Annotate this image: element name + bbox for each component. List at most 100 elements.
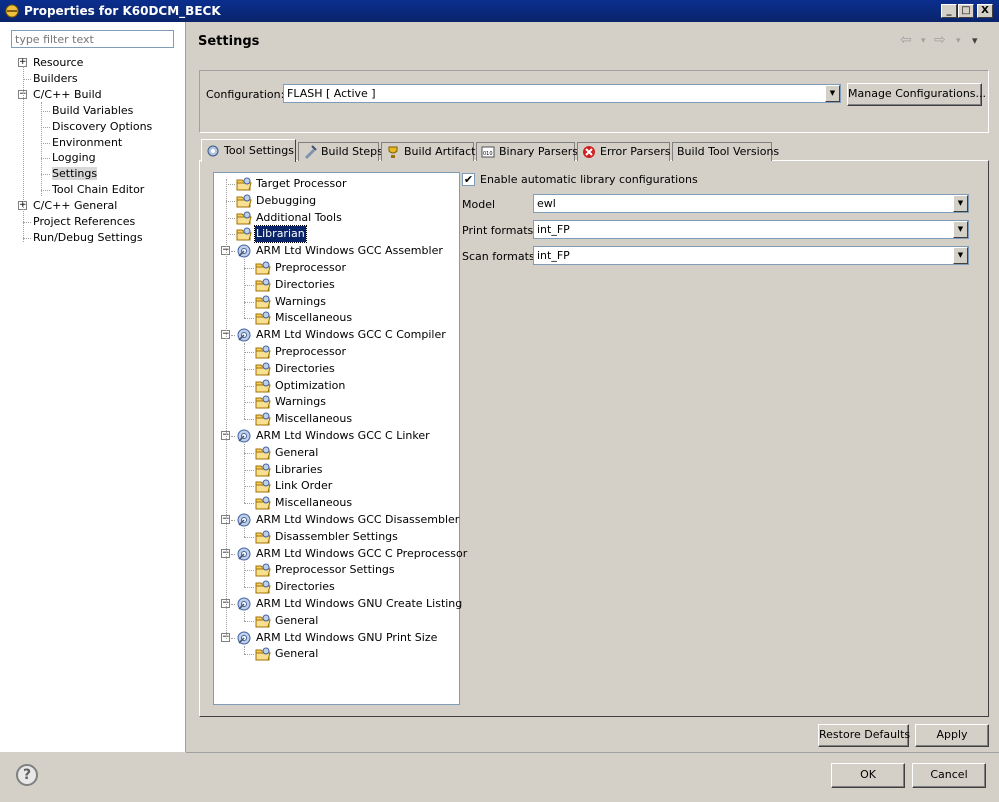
enable-auto-lib-checkbox[interactable]: ✔: [462, 173, 475, 186]
tool-tree[interactable]: Target Processor Debugging Additional Tool…: [213, 172, 467, 705]
tree-connector: [41, 158, 50, 160]
folder-tool-icon: [255, 614, 271, 628]
tree-item-label: Librarian: [254, 225, 307, 244]
folder-tool-icon: [255, 496, 271, 510]
sidebar-item[interactable]: Resource: [33, 55, 83, 70]
folder-tool-icon: [236, 211, 252, 225]
sidebar-item[interactable]: Discovery Options: [52, 119, 152, 134]
scan-formats-combo[interactable]: int_FP ▼: [533, 246, 969, 265]
sidebar-item[interactable]: Settings: [52, 166, 98, 181]
tab-label: Binary Parsers: [499, 145, 578, 158]
maximize-button[interactable]: □: [958, 4, 974, 18]
sidebar-item[interactable]: Builders: [33, 71, 78, 86]
tree-connector: [231, 520, 235, 521]
sidebar-item-label: Resource: [33, 56, 84, 69]
forward-arrow-icon[interactable]: ⇨: [934, 32, 946, 48]
folder-tool-icon: [255, 647, 271, 661]
tab-build-steps[interactable]: Build Steps: [298, 142, 383, 161]
tree-item-label: Disassembler Settings: [275, 529, 398, 543]
sidebar-item[interactable]: C/C++ General: [33, 198, 117, 213]
tree-item-label: Link Order: [275, 479, 333, 493]
tree-connector: [244, 469, 254, 471]
sidebar-item[interactable]: Logging: [52, 150, 96, 165]
sidebar-item[interactable]: Project References: [33, 214, 135, 229]
tree-item-label: Directories: [275, 361, 335, 375]
tree-item-label: Preprocessor Settings: [275, 563, 395, 577]
folder-tool-icon: [255, 463, 271, 477]
sidebar-item[interactable]: Build Variables: [52, 103, 133, 118]
sidebar-item[interactable]: Run/Debug Settings: [33, 230, 143, 245]
tab-build-tool-versions[interactable]: Build Tool Versions: [672, 142, 779, 161]
folder-tool-icon: [255, 278, 271, 292]
tree-item-label: Warnings: [275, 395, 326, 409]
print-formats-value: int_FP: [537, 223, 570, 236]
tree-item-label: Miscellaneous: [275, 311, 353, 325]
print-formats-combo[interactable]: int_FP ▼: [533, 220, 969, 239]
error-parsers-icon: [583, 146, 595, 158]
folder-tool-icon: [255, 580, 271, 594]
chevron-down-icon[interactable]: ▼: [825, 85, 840, 102]
ok-button[interactable]: OK: [831, 763, 905, 788]
tab-error-parsers[interactable]: Error Parsers: [577, 142, 670, 161]
tree-connector: [41, 174, 50, 176]
filter-input[interactable]: [11, 30, 174, 48]
chevron-down-icon[interactable]: ▼: [953, 221, 968, 238]
scan-formats-value: int_FP: [537, 249, 570, 262]
restore-defaults-button[interactable]: Restore Defaults: [818, 724, 910, 747]
chevron-down-icon[interactable]: ▼: [953, 247, 968, 264]
apply-button[interactable]: Apply: [915, 724, 989, 747]
folder-tool-icon: [255, 261, 271, 275]
view-menu-icon[interactable]: ▾: [972, 34, 978, 47]
manage-configurations-button[interactable]: Manage Configurations...: [847, 83, 986, 106]
page-title: Settings: [198, 34, 260, 49]
tree-item-label: Directories: [275, 580, 335, 594]
tree-connector: [244, 318, 254, 320]
tree-item-label: ARM Ltd Windows GNU Create Listing: [256, 597, 463, 610]
window-title: Properties for K60DCM_BECK: [24, 4, 221, 18]
folder-tool-icon: [255, 395, 271, 409]
sidebar-item[interactable]: Tool Chain Editor: [52, 182, 144, 197]
folder-tool-icon: [255, 295, 271, 309]
tree-connector: [23, 66, 24, 242]
back-dropdown-icon[interactable]: ▾: [921, 36, 926, 46]
folder-tool-icon: [255, 311, 271, 325]
tree-item-label: Target Processor: [256, 177, 347, 190]
sidebar-item[interactable]: C/C++ Build: [33, 87, 102, 102]
close-button[interactable]: X: [977, 4, 993, 18]
forward-dropdown-icon[interactable]: ▾: [956, 36, 961, 46]
tree-item-label: ARM Ltd Windows GNU Print Size: [256, 630, 438, 644]
cancel-button[interactable]: Cancel: [912, 763, 986, 788]
tree-connector: [244, 444, 245, 504]
eclipse-app-icon: [5, 4, 19, 18]
sidebar-item-label: Project References: [33, 215, 136, 228]
scan-formats-label: Scan formats: [462, 250, 535, 263]
tab-label: Build Tool Versions: [677, 145, 780, 158]
tree-connector: [244, 368, 254, 370]
tree-connector: [244, 486, 254, 488]
tab-build-artifact[interactable]: Build Artifact: [381, 142, 476, 161]
tab-tool-settings[interactable]: Tool Settings: [201, 139, 296, 162]
sidebar-item-label: Settings: [52, 167, 98, 181]
help-icon[interactable]: ?: [16, 764, 38, 786]
tab-binary-parsers[interactable]: 010 Binary Parsers: [476, 142, 578, 161]
tree-connector: [231, 335, 235, 337]
sidebar-item[interactable]: Environment: [52, 135, 122, 150]
tree-connector: [41, 126, 50, 128]
tree-connector: [244, 352, 254, 353]
tree-connector: [244, 419, 254, 421]
tree-connector: [231, 637, 235, 639]
build-artifact-icon: [388, 146, 398, 158]
tree-connector: [41, 110, 50, 112]
back-arrow-icon[interactable]: ⇦: [900, 32, 912, 48]
tree-connector: [244, 385, 254, 387]
tree-item-label: ARM Ltd Windows GCC C Compiler: [256, 328, 446, 342]
enable-auto-lib-label: Enable automatic library configurations: [480, 173, 698, 186]
chevron-down-icon[interactable]: ▼: [953, 195, 968, 212]
folder-tool-icon: [255, 379, 271, 393]
minimize-button[interactable]: _: [941, 4, 957, 18]
title-bar[interactable]: Properties for K60DCM_BECK _ □ X: [0, 0, 999, 22]
tree-item-label: ARM Ltd Windows GCC C Preprocessor: [256, 546, 468, 560]
tab-label: Tool Settings: [224, 144, 294, 157]
configuration-combo[interactable]: FLASH [ Active ] ▼: [283, 84, 841, 103]
model-combo[interactable]: ewl ▼: [533, 194, 969, 213]
